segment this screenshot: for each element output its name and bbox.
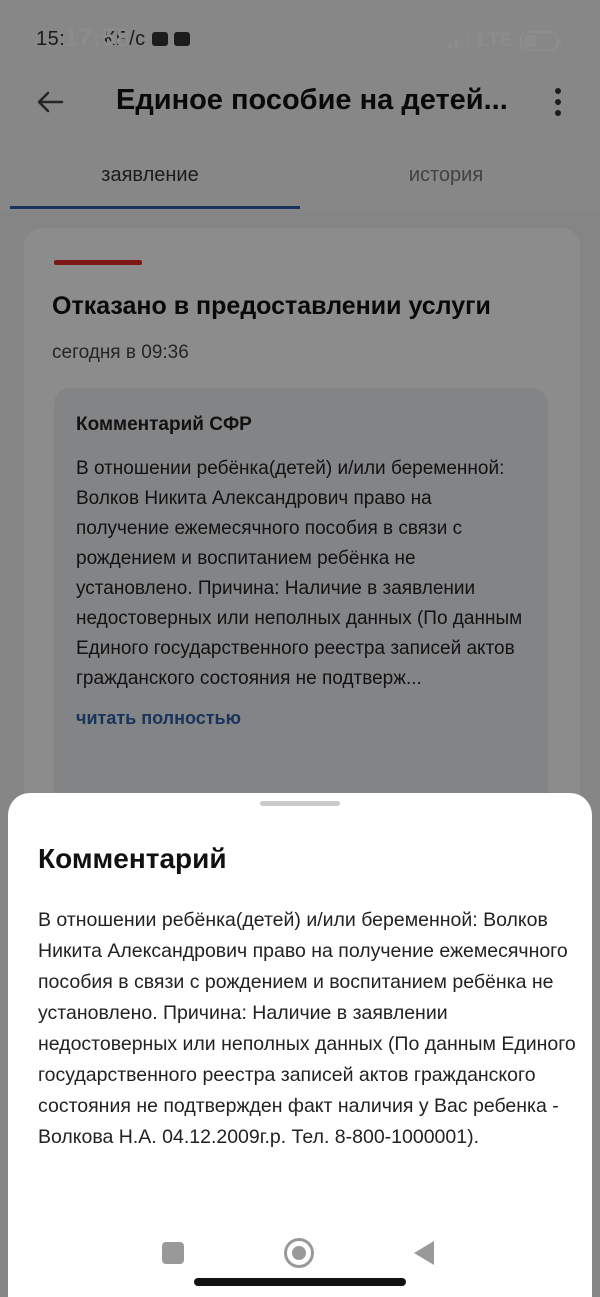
- recent-apps-button[interactable]: [162, 1242, 184, 1264]
- home-button[interactable]: [284, 1238, 314, 1268]
- comment-bottom-sheet: Комментарий В отношении ребёнка(детей) и…: [8, 793, 592, 1297]
- sheet-comment-text: В отношении ребёнка(детей) и/или беремен…: [38, 909, 576, 1148]
- drag-handle[interactable]: [260, 801, 340, 806]
- home-indicator[interactable]: [194, 1278, 406, 1286]
- system-back-button[interactable]: [414, 1241, 434, 1265]
- sheet-title: Комментарий: [38, 843, 227, 874]
- screen: 15: КБ/с 17:58 LTE Единое пособие на дете…: [0, 0, 600, 1297]
- system-nav-bar: [0, 1232, 600, 1297]
